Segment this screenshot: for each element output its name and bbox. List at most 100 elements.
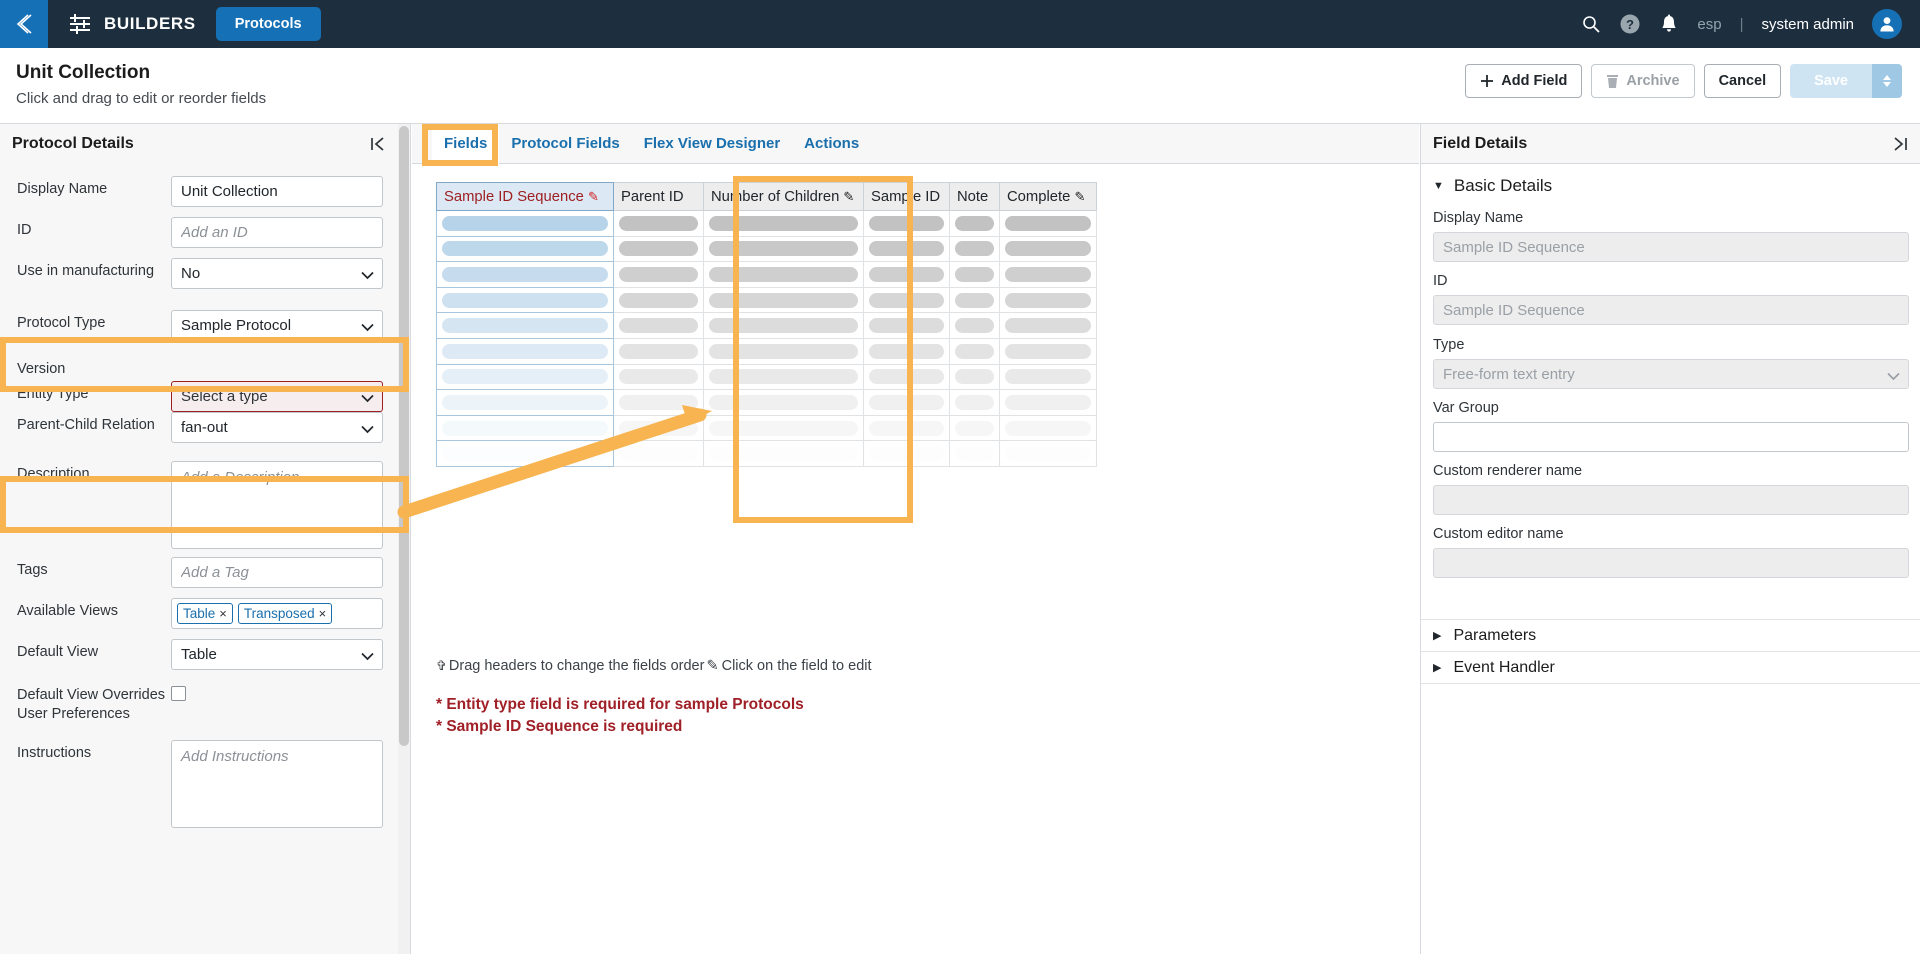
column-header-note[interactable]: Note [949, 182, 1000, 211]
table-cell[interactable] [613, 235, 704, 263]
table-cell[interactable] [436, 440, 614, 467]
table-row[interactable] [436, 440, 1097, 467]
description-textarea[interactable] [171, 461, 383, 549]
instructions-textarea[interactable] [171, 740, 383, 828]
view-chip-transposed[interactable]: Transposed × [237, 603, 333, 624]
view-chip-table[interactable]: Table × [177, 603, 233, 624]
table-cell[interactable] [703, 210, 864, 237]
right-var-group-input[interactable] [1433, 422, 1909, 452]
table-cell[interactable] [949, 312, 1000, 339]
table-cell[interactable] [613, 261, 704, 288]
table-cell[interactable] [436, 389, 614, 416]
table-cell[interactable] [613, 337, 704, 365]
left-panel-scrollbar[interactable] [398, 124, 410, 954]
column-header-sample-id[interactable]: Sample ID [863, 182, 950, 211]
table-row[interactable] [436, 414, 1097, 442]
table-cell[interactable] [613, 440, 704, 467]
id-input[interactable] [171, 217, 383, 248]
archive-button[interactable]: Archive [1591, 64, 1695, 98]
table-cell[interactable] [949, 235, 1000, 263]
table-cell[interactable] [863, 261, 950, 288]
table-cell[interactable] [613, 312, 704, 339]
table-cell[interactable] [436, 286, 614, 314]
tab-fields[interactable]: Fields [432, 123, 500, 164]
table-cell[interactable] [863, 210, 950, 237]
table-cell[interactable] [999, 337, 1097, 365]
table-cell[interactable] [949, 414, 1000, 442]
tab-protocol-fields[interactable]: Protocol Fields [499, 124, 631, 164]
table-cell[interactable] [703, 414, 864, 442]
right-display-name-input[interactable] [1433, 232, 1909, 262]
table-row[interactable] [436, 261, 1097, 288]
table-cell[interactable] [436, 337, 614, 365]
add-field-button[interactable]: Add Field [1465, 64, 1583, 98]
table-cell[interactable] [949, 389, 1000, 416]
table-cell[interactable] [613, 210, 704, 237]
collapse-right-icon[interactable] [1891, 135, 1909, 153]
table-cell[interactable] [949, 363, 1000, 391]
remove-chip-icon[interactable]: × [319, 606, 327, 621]
table-cell[interactable] [863, 235, 950, 263]
table-row[interactable] [436, 363, 1097, 391]
column-header-sample-id-sequence[interactable]: Sample ID Sequence ✎ [436, 182, 614, 211]
table-cell[interactable] [436, 261, 614, 288]
table-cell[interactable] [949, 261, 1000, 288]
table-cell[interactable] [999, 389, 1097, 416]
table-cell[interactable] [436, 235, 614, 263]
parent-child-relation-select[interactable]: fan-out [171, 412, 383, 443]
table-cell[interactable] [999, 363, 1097, 391]
table-cell[interactable] [999, 440, 1097, 467]
table-cell[interactable] [613, 363, 704, 391]
table-cell[interactable] [999, 286, 1097, 314]
table-row[interactable] [436, 210, 1097, 237]
table-cell[interactable] [949, 337, 1000, 365]
table-row[interactable] [436, 235, 1097, 263]
table-cell[interactable] [703, 312, 864, 339]
table-cell[interactable] [436, 210, 614, 237]
entity-type-select[interactable]: Select a type [171, 381, 383, 412]
table-row[interactable] [436, 337, 1097, 365]
table-cell[interactable] [999, 210, 1097, 237]
pencil-icon[interactable]: ✎ [843, 189, 854, 204]
table-cell[interactable] [613, 286, 704, 314]
tab-actions[interactable]: Actions [792, 124, 871, 164]
table-cell[interactable] [949, 210, 1000, 237]
save-dropdown-button[interactable] [1872, 64, 1902, 98]
pencil-icon[interactable]: ✎ [1074, 189, 1085, 204]
tags-input[interactable] [171, 557, 383, 588]
table-cell[interactable] [949, 440, 1000, 467]
collapse-left-icon[interactable] [369, 135, 387, 153]
event-handler-accordion[interactable]: ▶ Event Handler [1421, 651, 1920, 683]
table-cell[interactable] [613, 389, 704, 416]
save-button[interactable]: Save [1790, 64, 1872, 98]
available-views-box[interactable]: Table × Transposed × [171, 598, 383, 629]
table-cell[interactable] [703, 363, 864, 391]
table-cell[interactable] [703, 286, 864, 314]
protocols-tab[interactable]: Protocols [215, 7, 321, 41]
table-row[interactable] [436, 312, 1097, 339]
column-header-number-of-children[interactable]: Number of Children ✎ [703, 182, 864, 211]
table-cell[interactable] [863, 312, 950, 339]
remove-chip-icon[interactable]: × [219, 606, 227, 621]
avatar[interactable] [1872, 9, 1902, 39]
table-cell[interactable] [436, 414, 614, 442]
table-cell[interactable] [863, 337, 950, 365]
table-cell[interactable] [703, 261, 864, 288]
column-header-parent-id[interactable]: Parent ID [613, 182, 704, 211]
table-cell[interactable] [703, 337, 864, 365]
right-type-select[interactable]: Free-form text entry [1433, 359, 1909, 389]
pencil-icon[interactable]: ✎ [588, 189, 599, 204]
table-cell[interactable] [999, 312, 1097, 339]
table-cell[interactable] [703, 389, 864, 416]
bell-icon[interactable] [1659, 14, 1679, 35]
back-button[interactable] [0, 0, 48, 48]
help-circle-icon[interactable]: ? [1619, 13, 1641, 35]
table-row[interactable] [436, 389, 1097, 416]
table-cell[interactable] [436, 312, 614, 339]
column-header-complete[interactable]: Complete ✎ [999, 182, 1097, 211]
table-cell[interactable] [999, 261, 1097, 288]
parameters-accordion[interactable]: ▶ Parameters [1421, 619, 1920, 651]
table-cell[interactable] [613, 414, 704, 442]
table-cell[interactable] [999, 414, 1097, 442]
use-in-manufacturing-select[interactable]: No [171, 258, 383, 289]
